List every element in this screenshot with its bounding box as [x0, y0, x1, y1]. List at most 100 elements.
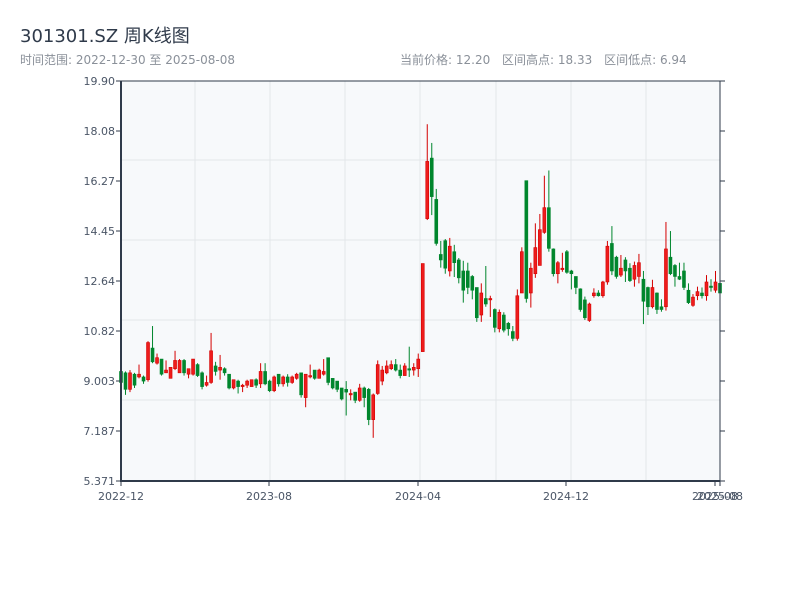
candle-body: [686, 289, 691, 303]
candle-body: [141, 376, 146, 382]
candle-body: [384, 365, 389, 374]
candle-body: [299, 372, 303, 396]
candle-body: [357, 387, 362, 401]
candle-body: [632, 265, 637, 280]
candle-body: [659, 306, 664, 310]
candle-body: [245, 380, 249, 386]
candle-body: [614, 256, 619, 277]
candle-body: [312, 369, 317, 379]
candle-body: [655, 292, 659, 310]
candle-body: [375, 364, 380, 394]
candle-body: [389, 364, 394, 370]
y-tick-label: 10.82: [84, 325, 116, 338]
candle-body: [628, 267, 632, 281]
candle-body: [605, 245, 610, 283]
candle: [159, 358, 164, 376]
x-tick-label: 2023-08: [246, 490, 292, 503]
y-tick-label: 7.187: [84, 425, 116, 438]
candle-body: [294, 373, 299, 379]
candle-body: [443, 240, 448, 269]
candle-body: [258, 371, 263, 385]
candle-body: [335, 380, 339, 390]
candle-body: [353, 391, 357, 401]
candle-body: [123, 372, 128, 390]
y-tick-label: 18.08: [84, 125, 116, 138]
candle: [272, 375, 276, 393]
candle-body: [231, 379, 236, 389]
candle-body: [529, 267, 533, 294]
candle-body: [461, 270, 466, 291]
candle-body: [209, 350, 213, 383]
candle: [474, 287, 479, 322]
candle-body: [637, 262, 641, 277]
candle: [312, 369, 317, 380]
candle-body: [456, 259, 461, 279]
candle-body: [601, 281, 605, 297]
candle-body: [700, 292, 704, 297]
y-tick-label: 12.64: [84, 275, 116, 288]
candle: [299, 372, 303, 398]
candle-body: [407, 368, 412, 371]
candle: [339, 387, 344, 401]
candle-body: [204, 382, 209, 386]
candle-body: [610, 243, 614, 272]
candle: [330, 378, 335, 390]
candle-body: [186, 368, 191, 375]
candle-body: [321, 371, 326, 375]
candle-body: [191, 358, 195, 375]
candle-body: [200, 372, 204, 387]
candle: [520, 247, 524, 294]
candle-body: [339, 387, 344, 400]
y-tick-label: 16.27: [84, 175, 116, 188]
candle-body: [668, 256, 673, 275]
candle-body: [308, 375, 312, 378]
candle-body: [254, 379, 258, 386]
candle-body: [646, 287, 650, 308]
candle-body: [691, 296, 695, 306]
candle-body: [713, 281, 718, 291]
candle-body: [623, 259, 628, 272]
candle: [177, 359, 182, 374]
candle-body: [146, 342, 150, 381]
candle-body: [317, 369, 321, 379]
candle-body: [447, 245, 452, 272]
candle-body: [560, 267, 565, 270]
candle: [146, 341, 150, 382]
candle: [195, 363, 200, 377]
candle-body: [695, 291, 700, 297]
candle-body: [222, 368, 227, 374]
candle-body: [429, 157, 434, 197]
candle-body: [502, 314, 506, 331]
candle-body: [578, 288, 583, 310]
candle: [605, 240, 610, 285]
candle-body: [128, 372, 132, 390]
y-tick-label: 19.90: [84, 75, 116, 88]
candle-body: [511, 331, 515, 339]
candle-body: [596, 292, 601, 297]
candle: [502, 312, 506, 333]
x-tick-label: 2024-04: [395, 490, 441, 503]
candle-body: [452, 251, 457, 264]
candle-body: [479, 292, 484, 316]
candle: [168, 367, 173, 379]
candle-body: [366, 389, 371, 420]
candle-body: [398, 369, 403, 376]
candle-body: [362, 387, 367, 398]
candle: [375, 360, 380, 395]
candle-body: [551, 248, 556, 275]
candle-body: [682, 270, 686, 288]
candle: [565, 250, 569, 274]
candle: [200, 371, 204, 390]
candle: [578, 288, 583, 312]
candle-body: [276, 373, 281, 385]
x-tick-label: 2024-12: [543, 490, 589, 503]
candle: [227, 373, 231, 390]
candle: [249, 379, 254, 387]
candle-body: [348, 393, 353, 396]
candle-body: [574, 276, 578, 288]
candle-body: [393, 364, 398, 371]
candle-body: [402, 365, 407, 376]
x-tick-label: 2025-08: [697, 490, 743, 503]
candle-body: [538, 229, 542, 266]
candle-body: [650, 287, 655, 308]
